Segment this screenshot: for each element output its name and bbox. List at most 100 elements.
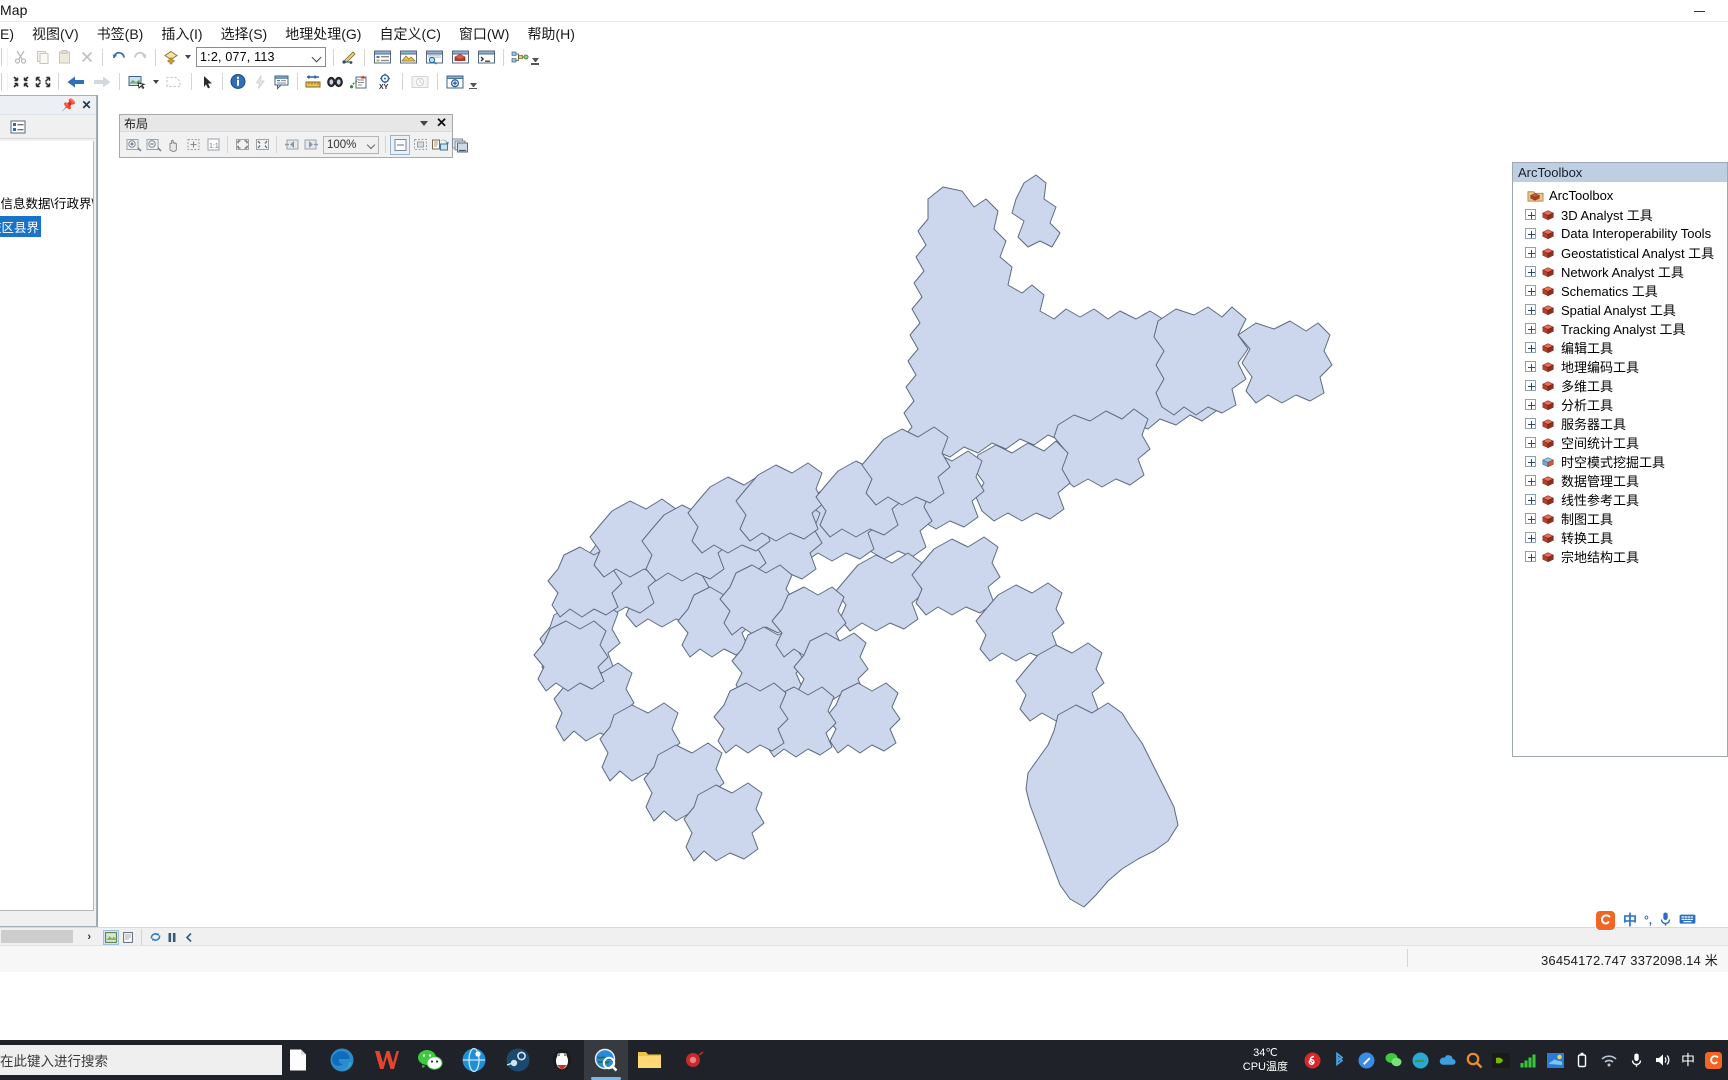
taskbar-app-recorder[interactable] <box>672 1040 716 1080</box>
data-driven-pages-button[interactable] <box>450 135 470 155</box>
ime-mode-label[interactable]: 中 <box>1623 910 1637 930</box>
scroll-right-arrow-icon[interactable]: › <box>87 931 91 943</box>
layout-view-button[interactable] <box>120 930 136 945</box>
toolbar-grip[interactable] <box>1 48 8 66</box>
zoom-out-button[interactable] <box>143 135 163 155</box>
menu-bookmarks[interactable]: 书签(B) <box>88 23 153 45</box>
expand-icon[interactable] <box>1525 247 1536 258</box>
menu-geoprocessing[interactable]: 地理处理(G) <box>276 23 370 45</box>
menu-window[interactable]: 窗口(W) <box>450 23 519 45</box>
go-to-xy-button[interactable]: XY <box>372 71 398 92</box>
focus-data-frame-button[interactable] <box>410 135 430 155</box>
expand-icon[interactable] <box>1525 342 1536 353</box>
expand-icon[interactable] <box>1525 475 1536 486</box>
menu-insert[interactable]: 插入(I) <box>152 23 211 45</box>
search-icon[interactable] <box>1465 1051 1483 1069</box>
taskbar-app-steam[interactable] <box>496 1040 540 1080</box>
arctoolbox-item[interactable]: 分析工具 <box>1519 395 1727 414</box>
toggle-draft-mode-button[interactable] <box>390 134 410 155</box>
pan-dropdown[interactable] <box>150 71 161 92</box>
menu-file[interactable]: E) <box>0 23 23 45</box>
scrollbar-thumb[interactable] <box>1 930 73 943</box>
fixed-zoom-in-button[interactable] <box>232 135 252 155</box>
catalog-button[interactable] <box>395 47 421 68</box>
sogou-logo-icon[interactable] <box>1595 909 1616 931</box>
expand-icon[interactable] <box>1525 228 1536 239</box>
find-button[interactable] <box>324 71 346 92</box>
zoom-in-button[interactable] <box>123 135 143 155</box>
toolbar-grip[interactable] <box>1 72 8 91</box>
paste-button[interactable] <box>54 47 76 68</box>
taskbar-app-edge[interactable] <box>320 1040 364 1080</box>
arctoolbox-item[interactable]: Spatial Analyst 工具 <box>1519 300 1727 319</box>
pan-button[interactable] <box>163 135 183 155</box>
time-slider-button[interactable] <box>407 71 433 92</box>
taskbar-search-box[interactable]: 在此键入进行搜索 <box>0 1045 282 1075</box>
select-elements-button[interactable] <box>196 71 218 92</box>
close-icon[interactable]: ✕ <box>80 98 93 112</box>
arctoolbox-tree[interactable]: ArcToolbox 3D Analyst 工具 Data Interoperab… <box>1513 182 1727 566</box>
add-data-dropdown[interactable] <box>182 47 193 68</box>
keyboard-icon[interactable] <box>1679 912 1696 929</box>
copy-button[interactable] <box>32 47 54 68</box>
measure-button[interactable] <box>302 71 324 92</box>
list-by-drawing-order-icon[interactable] <box>7 116 29 137</box>
arctoolbox-item[interactable]: 宗地结构工具 <box>1519 547 1727 566</box>
find-route-button[interactable] <box>346 71 372 92</box>
taskbar-app-browser[interactable] <box>452 1040 496 1080</box>
taskbar-app-qq[interactable] <box>540 1040 584 1080</box>
expand-icon[interactable] <box>1525 304 1536 315</box>
zoom-out-fixed-button[interactable] <box>32 71 54 92</box>
nvidia-icon[interactable] <box>1492 1051 1510 1069</box>
expand-icon[interactable] <box>1525 513 1536 524</box>
sogou-tray-icon[interactable] <box>1704 1051 1722 1069</box>
bluetooth-icon[interactable] <box>1330 1051 1348 1069</box>
chevron-down-icon[interactable] <box>420 120 429 126</box>
expand-icon[interactable] <box>1525 532 1536 543</box>
microphone-icon[interactable] <box>1659 911 1672 930</box>
expand-icon[interactable] <box>1525 266 1536 277</box>
identify-button[interactable] <box>227 71 249 92</box>
table-of-contents-button[interactable] <box>369 47 395 68</box>
cpu-temperature-widget[interactable]: 34℃ CPU温度 <box>1243 1046 1288 1074</box>
hyperlink-button[interactable] <box>249 71 271 92</box>
pan-button[interactable] <box>124 71 150 92</box>
data-view-button[interactable] <box>103 929 119 945</box>
editor-toolbar-button[interactable] <box>338 47 360 68</box>
onedrive-icon[interactable] <box>1438 1051 1456 1069</box>
taskbar-app-notepad[interactable] <box>276 1040 320 1080</box>
netease-music-icon[interactable] <box>1303 1051 1321 1069</box>
expand-icon[interactable] <box>1525 418 1536 429</box>
weather-icon[interactable] <box>1546 1051 1564 1069</box>
microphone-icon[interactable] <box>1627 1051 1645 1069</box>
expand-icon[interactable] <box>1525 494 1536 505</box>
go-forward-extent-button[interactable] <box>301 135 321 155</box>
signal-icon[interactable] <box>1519 1051 1537 1069</box>
map-scale-combo[interactable]: 1:2, 077, 113 <box>196 47 326 67</box>
toc-selected-layer[interactable]: 庆区县界 <box>0 216 42 237</box>
taskbar-app-arcmap[interactable] <box>584 1040 628 1080</box>
toolbar-overflow-button[interactable] <box>530 47 540 68</box>
volume-icon[interactable] <box>1654 1051 1672 1069</box>
toc-horizontal-scrollbar[interactable]: › <box>0 928 96 946</box>
html-popup-button[interactable] <box>271 71 293 92</box>
tool-icon[interactable] <box>1357 1051 1375 1069</box>
arctoolbox-item[interactable]: 数据管理工具 <box>1519 471 1727 490</box>
menu-selection[interactable]: 选择(S) <box>212 23 277 45</box>
python-window-button[interactable] <box>473 47 499 68</box>
arctoolbox-item[interactable]: 服务器工具 <box>1519 414 1727 433</box>
menu-customize[interactable]: 自定义(C) <box>370 23 449 45</box>
zoom-whole-page-button[interactable] <box>183 135 203 155</box>
arctoolbox-root-node[interactable]: ArcToolbox <box>1519 186 1727 205</box>
model-builder-button[interactable] <box>508 47 530 68</box>
arctoolbox-item[interactable]: 编辑工具 <box>1519 338 1727 357</box>
go-back-extent-button[interactable] <box>281 135 301 155</box>
arctoolbox-item[interactable]: 线性参考工具 <box>1519 490 1727 509</box>
wifi-icon[interactable] <box>1600 1051 1618 1069</box>
menu-view[interactable]: 视图(V) <box>23 23 88 45</box>
expand-icon[interactable] <box>1525 551 1536 562</box>
clear-selection-button[interactable] <box>161 71 187 92</box>
toolbar-overflow-button[interactable] <box>468 71 478 92</box>
refresh-button[interactable] <box>147 930 163 945</box>
redo-button[interactable] <box>129 47 151 68</box>
